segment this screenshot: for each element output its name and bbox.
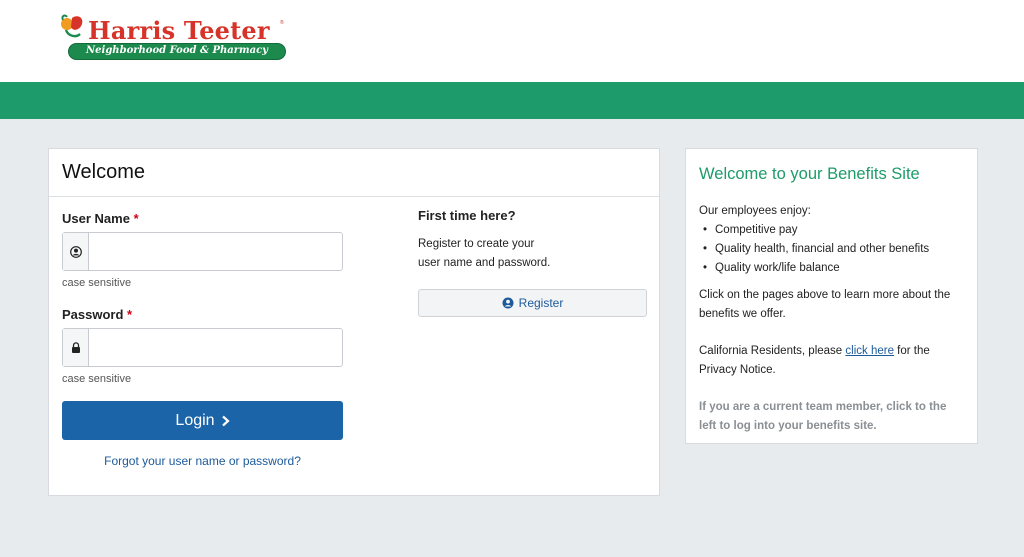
- password-required-mark: *: [127, 307, 133, 322]
- username-hint: case sensitive: [62, 277, 132, 289]
- login-button[interactable]: Login: [62, 401, 343, 440]
- privacy-notice-link[interactable]: click here: [845, 345, 894, 357]
- login-heading: Welcome: [49, 149, 659, 197]
- logo-brand-name: Harris Teeter: [88, 16, 270, 45]
- register-title: First time here?: [418, 208, 516, 223]
- logo-registered-mark: ®: [280, 20, 284, 26]
- login-button-label: Login: [175, 411, 215, 429]
- password-hint: case sensitive: [62, 373, 132, 385]
- lock-icon: [63, 329, 89, 366]
- login-card: Welcome User Name * case sensitive Passw…: [48, 148, 660, 496]
- user-circle-icon: [63, 233, 89, 270]
- register-button[interactable]: Register: [418, 289, 647, 317]
- team-member-note: If you are a current team member, click …: [699, 401, 947, 432]
- password-label-text: Password: [62, 307, 124, 322]
- password-input[interactable]: [90, 329, 342, 366]
- benefits-intro: Our employees enjoy:: [699, 205, 811, 217]
- register-description-line: user name and password.: [418, 257, 551, 269]
- username-required-mark: *: [133, 211, 139, 226]
- california-notice-prefix: California Residents, please: [699, 345, 846, 357]
- benefits-title: Welcome to your Benefits Site: [699, 165, 920, 183]
- register-description: Register to create your user name and pa…: [418, 235, 618, 273]
- california-notice: California Residents, please click here …: [699, 342, 964, 380]
- chevron-right-icon: [221, 415, 230, 426]
- register-description-line: Register to create your: [418, 238, 535, 250]
- benefits-list-item: Competitive pay: [699, 221, 964, 240]
- password-field[interactable]: [62, 328, 343, 367]
- register-button-label: Register: [518, 296, 564, 310]
- username-label: User Name *: [62, 211, 139, 226]
- logo-tagline: Neighborhood Food & Pharmacy: [86, 45, 268, 56]
- benefits-list-item: Quality health, financial and other bene…: [699, 240, 964, 259]
- benefits-list: Competitive pay Quality health, financia…: [699, 221, 964, 278]
- site-header: Harris Teeter ® Neighborhood Food & Phar…: [0, 0, 1024, 82]
- benefits-list-item: Quality work/life balance: [699, 259, 964, 278]
- benefits-pages-text: Click on the pages above to learn more a…: [699, 289, 951, 320]
- benefits-card: Welcome to your Benefits Site Our employ…: [685, 148, 978, 444]
- nav-bar: [0, 82, 1024, 119]
- username-field[interactable]: [62, 232, 343, 271]
- logo-produce-icon: [61, 14, 83, 38]
- user-circle-icon: [502, 297, 514, 309]
- harris-teeter-logo[interactable]: Harris Teeter ® Neighborhood Food & Phar…: [58, 12, 290, 64]
- username-label-text: User Name: [62, 211, 130, 226]
- username-input[interactable]: [90, 233, 342, 270]
- password-label: Password *: [62, 307, 132, 322]
- forgot-credentials-link[interactable]: Forgot your user name or password?: [62, 454, 343, 468]
